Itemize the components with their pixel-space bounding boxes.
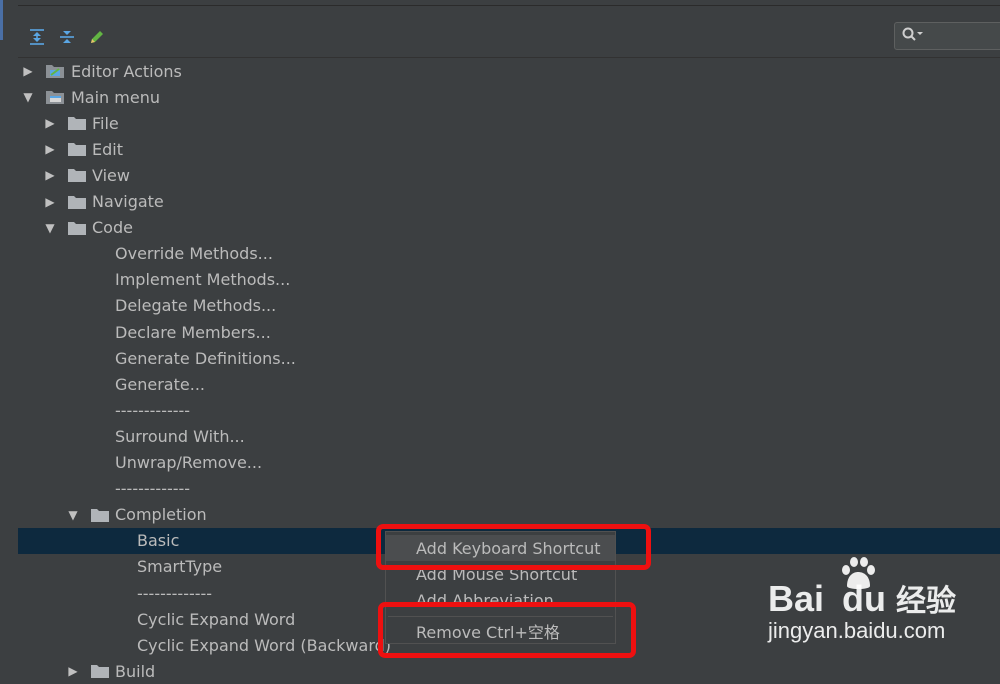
tree-row-label: Completion <box>115 505 207 525</box>
tree-row[interactable]: Surround With... <box>18 423 1000 449</box>
tree-row-label: Unwrap/Remove... <box>115 453 263 472</box>
tree-row[interactable]: Generate Definitions... <box>18 345 1000 371</box>
tree-row[interactable]: ▶ Editor Actions <box>18 58 1000 84</box>
expand-all-icon[interactable] <box>26 26 48 48</box>
add-mouse-shortcut-item[interactable]: Add Mouse Shortcut <box>386 561 615 587</box>
tree-row-label: View <box>92 165 130 185</box>
tree-row[interactable]: Implement Methods... <box>18 267 1000 293</box>
tree-row-label: Editor Actions <box>71 61 182 81</box>
tree-row[interactable]: Declare Members... <box>18 319 1000 345</box>
collapsed-arrow-icon[interactable]: ▶ <box>21 64 35 78</box>
tree-row[interactable]: ▶ File <box>18 110 1000 136</box>
tree-row[interactable]: ▼ Code <box>18 215 1000 241</box>
tree-row-label: Cyclic Expand Word <box>137 609 296 629</box>
collapsed-arrow-icon[interactable]: ▶ <box>43 116 57 130</box>
folder-icon <box>67 115 87 131</box>
folder-icon <box>90 507 110 523</box>
tree-row-label: Navigate <box>92 192 164 211</box>
tree-row-label: Cyclic Expand Word (Backward) <box>137 635 392 655</box>
collapsed-arrow-icon[interactable]: ▶ <box>43 142 57 156</box>
top-divider <box>18 5 1000 6</box>
editor-actions-icon <box>45 63 65 79</box>
tree-row[interactable]: Generate... <box>18 371 1000 397</box>
window-edge <box>0 0 3 40</box>
tree-row-label: Generate Definitions... <box>115 348 296 368</box>
tree-row-label: Implement Methods... <box>115 270 291 290</box>
edit-pencil-icon[interactable] <box>86 26 108 48</box>
tree-row-label: Surround With... <box>115 426 245 446</box>
tree-row-label: SmartType <box>137 557 223 577</box>
tree-row-label: ------------- <box>137 583 213 603</box>
tree-row[interactable]: ▶ Edit <box>18 136 1000 162</box>
tree-row-label: Generate... <box>115 374 205 394</box>
folder-icon <box>67 220 87 236</box>
menu-separator <box>388 616 613 617</box>
tree-row[interactable]: ▼ Main menu <box>18 84 1000 110</box>
tree-row-label: Declare Members... <box>115 322 271 342</box>
collapse-all-icon[interactable] <box>56 26 78 48</box>
folder-icon <box>67 141 87 157</box>
context-menu: Add Keyboard Shortcut Add Mouse Shortcut… <box>385 531 616 644</box>
toolbar <box>26 26 108 48</box>
tree-row[interactable]: ------------- <box>18 476 1000 502</box>
expanded-arrow-icon[interactable]: ▼ <box>66 508 80 522</box>
expanded-arrow-icon[interactable]: ▼ <box>21 90 35 104</box>
tree-row-label: Override Methods... <box>115 244 273 264</box>
tree-row-label: Delegate Methods... <box>115 296 277 316</box>
collapsed-arrow-icon[interactable]: ▶ <box>66 664 80 678</box>
tree-row-label: ------------- <box>115 400 191 420</box>
remove-shortcut-item[interactable]: Remove Ctrl+空格 <box>386 618 615 644</box>
add-keyboard-shortcut-item[interactable]: Add Keyboard Shortcut <box>386 535 615 561</box>
tree-row[interactable]: ▼ Completion <box>18 502 1000 528</box>
collapsed-arrow-icon[interactable]: ▶ <box>43 168 57 182</box>
expanded-arrow-icon[interactable]: ▼ <box>43 221 57 235</box>
main-menu-icon <box>45 89 65 105</box>
tree-row[interactable]: ▶ Navigate <box>18 189 1000 215</box>
tree-row-label: File <box>92 113 119 133</box>
search-field[interactable] <box>894 22 1000 50</box>
tree-row[interactable]: Delegate Methods... <box>18 293 1000 319</box>
folder-icon <box>90 663 110 679</box>
tree-row[interactable]: ------------- <box>18 397 1000 423</box>
tree-row-label: Code <box>92 218 133 238</box>
tree-row-label: Basic <box>137 531 180 551</box>
tree-row-label: Edit <box>92 139 123 159</box>
tree-row[interactable]: ▶ Build <box>18 658 1000 684</box>
folder-icon <box>67 167 87 183</box>
tree-row-label: ------------- <box>115 479 191 499</box>
tree-row[interactable]: Unwrap/Remove... <box>18 450 1000 476</box>
tree-row-label: Main menu <box>71 87 160 107</box>
folder-icon <box>67 194 87 210</box>
search-icon[interactable] <box>901 26 925 46</box>
tree-row[interactable]: Override Methods... <box>18 241 1000 267</box>
collapsed-arrow-icon[interactable]: ▶ <box>43 195 57 209</box>
tree-row[interactable]: ▶ View <box>18 162 1000 188</box>
add-abbreviation-item[interactable]: Add Abbreviation <box>386 587 615 613</box>
